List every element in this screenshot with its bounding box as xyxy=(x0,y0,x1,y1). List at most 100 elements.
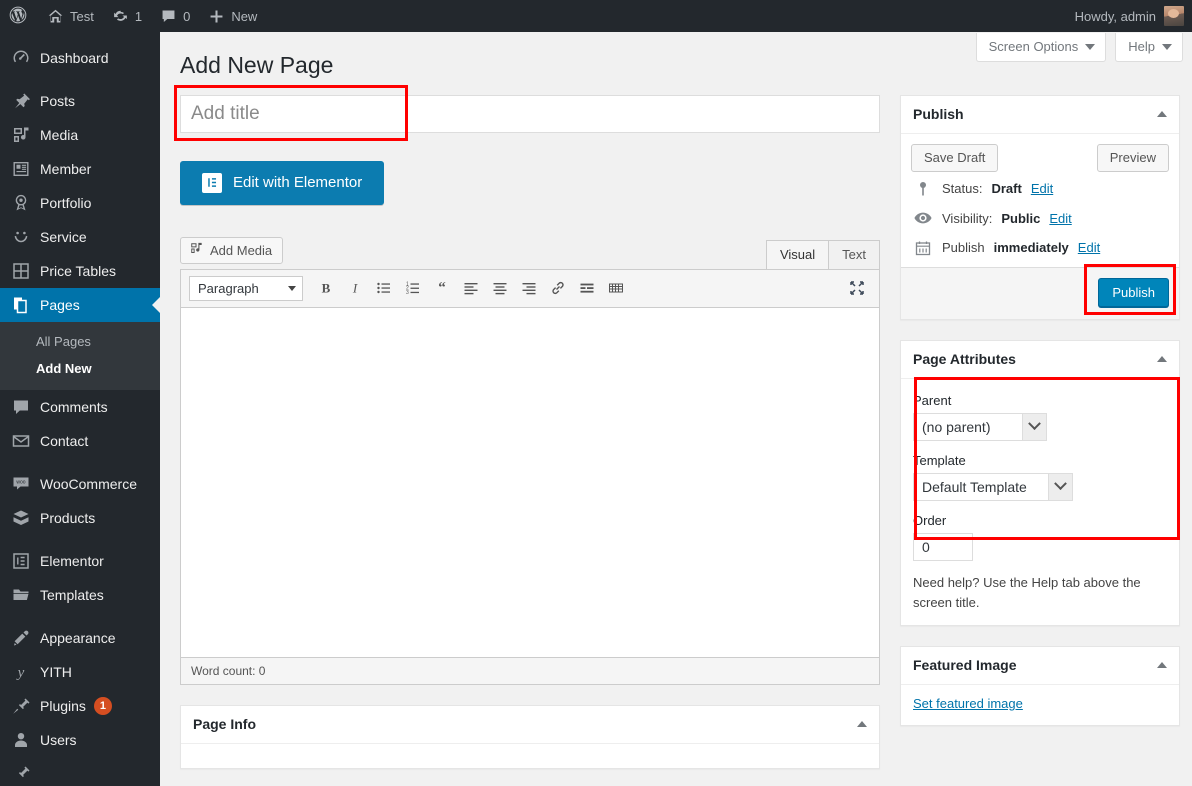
featured-image-header[interactable]: Featured Image xyxy=(901,647,1179,685)
plus-icon xyxy=(208,8,225,25)
sidebar-item-label: YITH xyxy=(40,665,72,679)
align-center-button[interactable] xyxy=(486,275,513,302)
italic-button[interactable]: I xyxy=(341,275,368,302)
admin-bar-updates[interactable]: 1 xyxy=(103,0,151,32)
sidebar-item-appearance[interactable]: Appearance xyxy=(0,621,160,655)
preview-button[interactable]: Preview xyxy=(1097,144,1169,172)
page-attributes-header[interactable]: Page Attributes xyxy=(901,341,1179,379)
publish-actions-row: Save Draft Preview xyxy=(901,134,1179,178)
order-input[interactable] xyxy=(913,533,973,561)
sidebar-item-users[interactable]: Users xyxy=(0,723,160,757)
tools-icon xyxy=(11,764,31,784)
sidebar-item-dashboard[interactable]: Dashboard xyxy=(0,41,160,75)
help-button[interactable]: Help xyxy=(1115,33,1183,62)
updates-count: 1 xyxy=(135,9,142,24)
sidebar-item-price-tables[interactable]: Price Tables xyxy=(0,254,160,288)
svg-text:“: “ xyxy=(438,280,446,296)
parent-select[interactable]: (no parent) xyxy=(913,413,1047,441)
page-attributes-body: Parent (no parent) Template Default Temp… xyxy=(901,379,1179,625)
visibility-edit-link[interactable]: Edit xyxy=(1049,211,1071,226)
admin-bar-new-content[interactable]: New xyxy=(199,0,266,32)
sidebar-item-member[interactable]: Member xyxy=(0,152,160,186)
admin-bar-site-name[interactable]: Test xyxy=(38,0,103,32)
schedule-label: Publish xyxy=(942,240,985,255)
chevron-up-icon[interactable] xyxy=(857,721,867,727)
sidebar-item-pages[interactable]: Pages xyxy=(0,288,160,322)
align-left-button[interactable] xyxy=(457,275,484,302)
brush-icon xyxy=(11,628,31,648)
sidebar-item-portfolio[interactable]: Portfolio xyxy=(0,186,160,220)
chevron-up-icon[interactable] xyxy=(1157,356,1167,362)
publish-button[interactable]: Publish xyxy=(1098,278,1169,307)
fullscreen-toggle-button[interactable] xyxy=(843,275,870,302)
menu-separator xyxy=(0,32,160,41)
paragraph-format-select[interactable]: Paragraph xyxy=(189,276,303,301)
products-icon xyxy=(11,508,31,528)
sidebar-item-plugins[interactable]: Plugins 1 xyxy=(0,689,160,723)
editor-mode-tabs: Visual Text xyxy=(766,240,880,269)
align-right-button[interactable] xyxy=(515,275,542,302)
tab-visual[interactable]: Visual xyxy=(766,240,829,269)
sidebar-item-partial[interactable] xyxy=(0,757,160,786)
sidebar-item-service[interactable]: Service xyxy=(0,220,160,254)
help-label: Help xyxy=(1128,39,1155,54)
wordpress-logo-button[interactable] xyxy=(0,0,38,32)
tab-text[interactable]: Text xyxy=(828,240,880,269)
add-media-button[interactable]: Add Media xyxy=(180,237,283,264)
featured-image-panel: Featured Image Set featured image xyxy=(900,646,1180,726)
sidebar-item-posts[interactable]: Posts xyxy=(0,84,160,118)
blockquote-button[interactable]: “ xyxy=(428,275,455,302)
wordpress-logo-icon xyxy=(8,5,28,28)
insert-link-button[interactable] xyxy=(544,275,571,302)
status-edit-link[interactable]: Edit xyxy=(1031,181,1053,196)
schedule-edit-link[interactable]: Edit xyxy=(1078,240,1100,255)
screen-options-label: Screen Options xyxy=(989,39,1079,54)
editor-columns: Edit with Elementor Add Media Visual Tex… xyxy=(180,95,1172,786)
screen-options-button[interactable]: Screen Options xyxy=(976,33,1107,62)
sidebar-item-elementor[interactable]: Elementor xyxy=(0,544,160,578)
template-select[interactable]: Default Template xyxy=(913,473,1073,501)
sidebar-item-label: Users xyxy=(40,733,77,747)
sidebar-item-products[interactable]: Products xyxy=(0,501,160,535)
read-more-button[interactable] xyxy=(573,275,600,302)
chevron-up-icon[interactable] xyxy=(1157,662,1167,668)
comment-icon xyxy=(11,397,31,417)
bulleted-list-button[interactable] xyxy=(370,275,397,302)
home-icon xyxy=(47,8,64,25)
chevron-down-icon xyxy=(1048,474,1072,500)
pages-submenu: All Pages Add New xyxy=(0,322,160,390)
publish-panel-title: Publish xyxy=(913,106,964,122)
chevron-up-icon[interactable] xyxy=(1157,111,1167,117)
sidebar-item-media[interactable]: Media xyxy=(0,118,160,152)
submenu-item-all-pages[interactable]: All Pages xyxy=(0,328,160,355)
toolbar-toggle-button[interactable] xyxy=(602,275,629,302)
edit-with-elementor-button[interactable]: Edit with Elementor xyxy=(180,161,384,205)
pages-icon xyxy=(11,295,31,315)
sidebar-item-woocommerce[interactable]: woo WooCommerce xyxy=(0,467,160,501)
admin-bar-comments[interactable]: 0 xyxy=(151,0,199,32)
visibility-row: Visibility: Public Edit xyxy=(901,208,1179,229)
featured-image-body: Set featured image xyxy=(901,685,1179,725)
sidebar-item-contact[interactable]: Contact xyxy=(0,424,160,458)
sidebar-item-label: Products xyxy=(40,511,95,525)
editor-content-area[interactable] xyxy=(180,308,880,658)
page-info-header[interactable]: Page Info xyxy=(181,706,879,744)
page-title-input[interactable] xyxy=(180,95,880,133)
set-featured-image-link[interactable]: Set featured image xyxy=(913,696,1023,711)
svg-text:I: I xyxy=(351,281,357,296)
sidebar-item-label: Comments xyxy=(40,400,108,414)
submenu-item-add-new[interactable]: Add New xyxy=(0,355,160,382)
word-count-label: Word count: 0 xyxy=(191,664,265,678)
bold-button[interactable]: B xyxy=(312,275,339,302)
publish-panel-header[interactable]: Publish xyxy=(901,96,1179,134)
folder-icon xyxy=(11,585,31,605)
numbered-list-button[interactable]: 123 xyxy=(399,275,426,302)
sidebar-item-templates[interactable]: Templates xyxy=(0,578,160,612)
chevron-down-icon xyxy=(1085,44,1095,50)
italic-icon: I xyxy=(347,280,363,296)
sidebar-item-yith[interactable]: y YITH xyxy=(0,655,160,689)
save-draft-button[interactable]: Save Draft xyxy=(911,144,998,172)
sidebar-item-comments[interactable]: Comments xyxy=(0,390,160,424)
admin-bar-account[interactable]: Howdy, admin xyxy=(1075,6,1192,26)
template-label: Template xyxy=(913,453,1167,468)
